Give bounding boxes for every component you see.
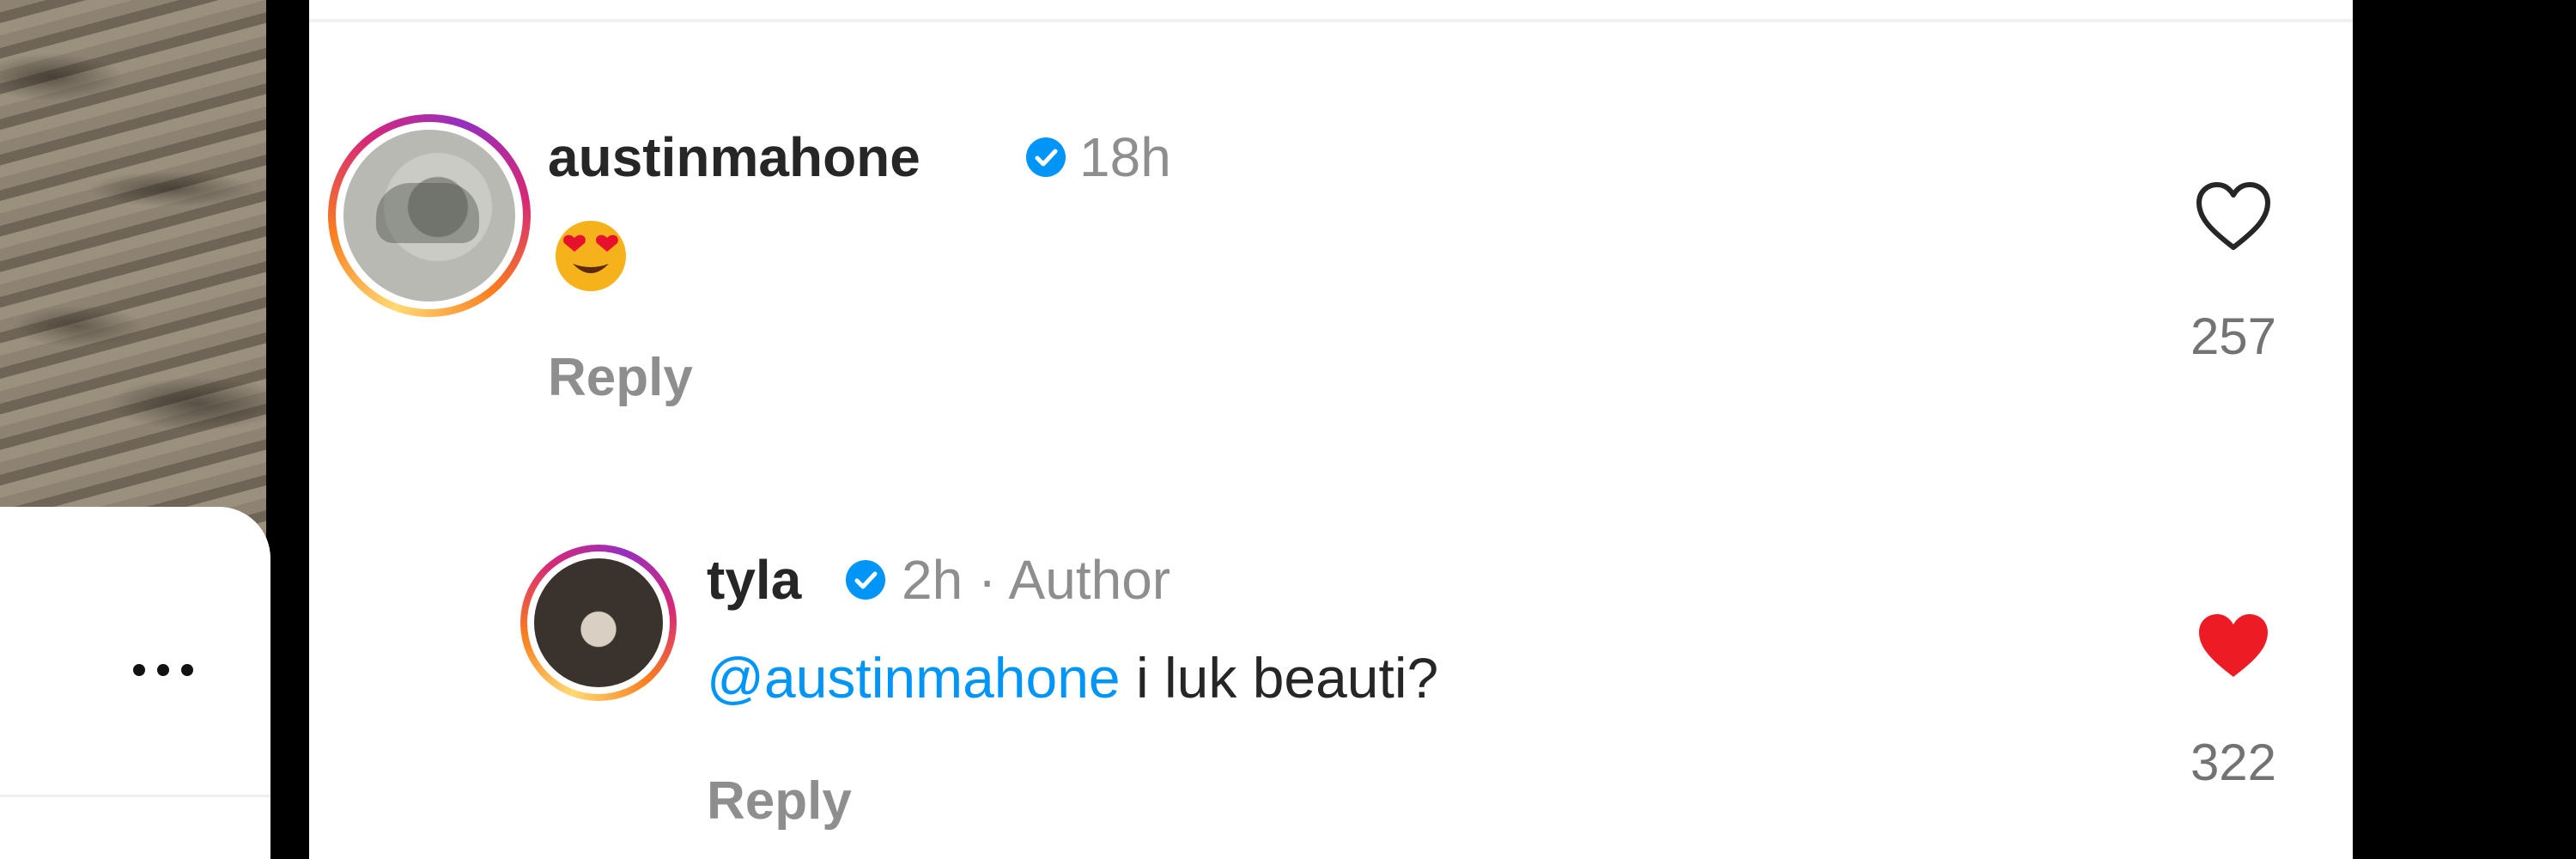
comment-timestamp: 2h: [902, 549, 963, 611]
adjacent-post-photo: [0, 0, 266, 550]
like-count: 322: [2190, 734, 2277, 791]
comment-username[interactable]: tyla: [707, 550, 801, 610]
avatar[interactable]: [520, 545, 677, 701]
verified-badge-icon: [846, 560, 885, 600]
comment-username[interactable]: austinmahone: [548, 127, 920, 187]
author-badge: Author: [1008, 549, 1171, 611]
heart-eyes-emoji-icon: [556, 221, 626, 291]
avatar-photo: [534, 558, 663, 687]
meta-separator: ·: [977, 549, 997, 611]
comment-text: @austinmahone i luk beauti?: [707, 646, 1438, 710]
comments-panel: austinmahone 18h Reply 257 tyla 2h · Aut…: [309, 0, 2353, 859]
verified-badge-icon: [1026, 137, 1066, 177]
mention-link[interactable]: @austinmahone: [707, 646, 1121, 710]
adjacent-post-card: [0, 507, 270, 859]
reply-button[interactable]: Reply: [548, 348, 693, 408]
like-heart-icon[interactable]: [2194, 180, 2273, 253]
liked-heart-icon[interactable]: [2194, 610, 2273, 682]
comment-timestamp: 18h: [1079, 126, 1171, 188]
divider: [309, 19, 2353, 22]
comment-body: i luk beauti?: [1135, 646, 1439, 710]
divider: [0, 795, 270, 797]
avatar[interactable]: [328, 114, 531, 317]
like-count: 257: [2190, 308, 2277, 365]
comment-meta: 2h · Author: [902, 550, 1170, 610]
avatar-photo: [343, 130, 515, 302]
reply-button[interactable]: Reply: [707, 771, 852, 832]
more-options-icon[interactable]: [122, 661, 204, 679]
